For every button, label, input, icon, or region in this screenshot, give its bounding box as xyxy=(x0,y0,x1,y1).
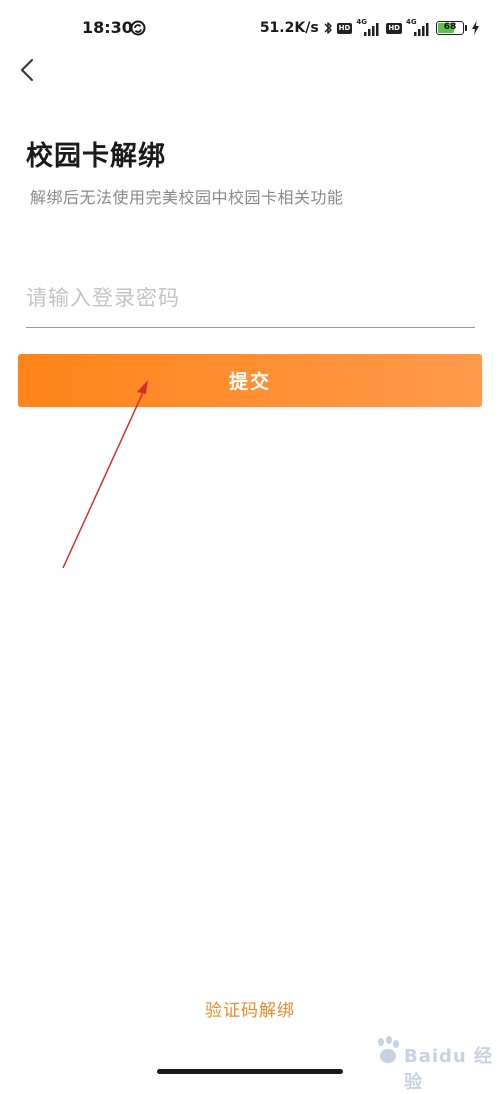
chevron-left-icon xyxy=(21,59,33,81)
verify-code-unbind-link[interactable]: 验证码解绑 xyxy=(0,996,500,1021)
status-right-group: 51.2K/s HD 4G HD 4G 68 xyxy=(260,16,480,40)
battery-icon: 68 xyxy=(436,21,464,35)
status-time: 18:30 xyxy=(82,18,133,37)
watermark-text: Baidu 经验 xyxy=(404,1046,494,1093)
hd-badge-2: HD xyxy=(386,22,402,34)
bluetooth-icon xyxy=(324,22,332,34)
page-subtitle: 解绑后无法使用完美校园中校园卡相关功能 xyxy=(30,188,344,207)
battery-cap xyxy=(465,25,467,31)
signal-icon: 4G xyxy=(356,18,382,37)
baidu-watermark: Baidu 经验 xyxy=(374,1032,494,1093)
network-speed: 51.2K/s xyxy=(259,20,319,36)
signal-icon-2: 4G xyxy=(406,18,432,37)
charging-icon xyxy=(472,21,479,35)
paw-icon xyxy=(378,1036,399,1063)
battery-level: 68 xyxy=(443,22,457,32)
password-field xyxy=(26,268,475,328)
sync-icon xyxy=(130,20,146,36)
password-input[interactable] xyxy=(26,278,475,318)
submit-button[interactable]: 提交 xyxy=(18,354,482,407)
status-bar: 18:30 51.2K/s HD 4G HD 4G 68 xyxy=(0,0,500,56)
home-indicator[interactable] xyxy=(157,1069,343,1074)
back-button[interactable] xyxy=(12,54,42,86)
hd-badge: HD xyxy=(336,22,353,34)
page-title: 校园卡解绑 xyxy=(26,141,166,172)
